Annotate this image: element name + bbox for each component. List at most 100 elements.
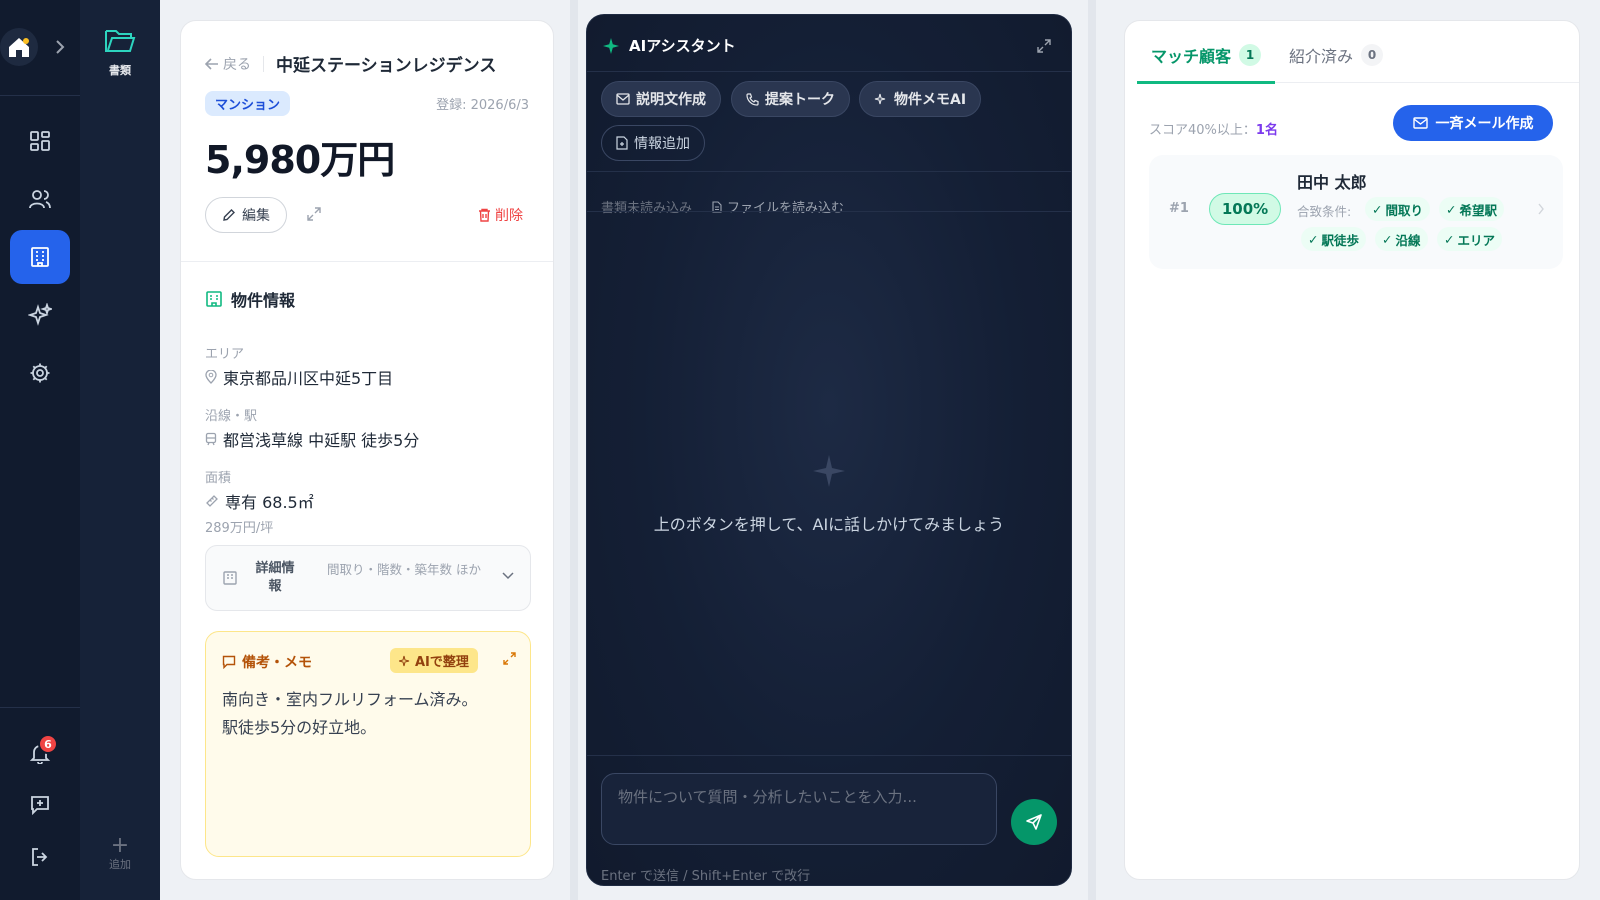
check-icon: ✓ xyxy=(1446,201,1457,217)
ai-title: AIアシスタント xyxy=(629,37,736,55)
nav-customers[interactable] xyxy=(10,172,70,226)
area-label: エリア xyxy=(205,347,245,362)
document-row: 書類未読み込み ファイルを読み込む xyxy=(601,197,844,216)
home-button[interactable] xyxy=(0,28,38,66)
condition-tag: ✓ 駅徒歩 xyxy=(1301,227,1366,251)
section-title-text: 物件情報 xyxy=(231,291,296,310)
main-nav: 6 xyxy=(0,0,80,900)
tab-introduced[interactable]: 紹介済み 0 xyxy=(1289,43,1384,67)
memo-body[interactable]: 南向き・室内フルリフォーム済み。 駅徒歩5分の好立地。 xyxy=(222,686,522,742)
condition-tag: ✓ 沿線 xyxy=(1375,227,1428,251)
chevron-down-icon xyxy=(502,572,514,580)
sparkle-icon xyxy=(399,655,410,666)
memo-line: 駅徒歩5分の好立地。 xyxy=(222,718,377,737)
score-summary: スコア40%以上：1名 xyxy=(1149,119,1278,138)
check-icon: ✓ xyxy=(1308,231,1319,247)
input-hint: Enter で送信 / Shift+Enter で改行 xyxy=(601,869,811,884)
delete-label: 削除 xyxy=(495,208,523,224)
building-icon xyxy=(206,291,222,307)
nav-logout[interactable] xyxy=(10,830,70,884)
sub-nav: 書類 + 追加 xyxy=(80,0,160,900)
divider xyxy=(181,261,553,262)
unit-price: 289万円/坪 xyxy=(205,521,274,536)
property-title: 中延ステーションレジデンス xyxy=(276,56,497,76)
sparkle-icon xyxy=(28,303,52,326)
nav-settings[interactable] xyxy=(10,346,70,400)
expand-sidebar-icon[interactable] xyxy=(53,38,67,56)
load-file-label: ファイルを読み込む xyxy=(727,201,845,216)
match-card: マッチ顧客 1 紹介済み 0 スコア40%以上：1名 一斉メール作成 #1 10… xyxy=(1124,20,1580,880)
condition-label: 合致条件: xyxy=(1297,204,1352,219)
nav-feedback[interactable] xyxy=(10,778,70,832)
score-value: 1名 xyxy=(1255,123,1278,138)
memo-line: 南向き・室内フルリフォーム済み。 xyxy=(222,690,478,709)
chip-label: 情報追加 xyxy=(634,136,690,152)
nav-ai[interactable] xyxy=(10,288,70,342)
ai-organize-button[interactable]: AIで整理 xyxy=(390,648,478,673)
mail-icon xyxy=(616,93,630,105)
delete-button[interactable]: 削除 xyxy=(478,205,523,225)
check-icon: ✓ xyxy=(1444,231,1455,247)
message-plus-icon xyxy=(31,796,49,816)
divider xyxy=(587,211,1071,212)
home-icon xyxy=(9,38,29,57)
details-accordion[interactable]: 詳細情報 間取り・階数・築年数 ほか xyxy=(205,545,531,611)
chip-add-info[interactable]: 情報追加 xyxy=(601,125,705,161)
divider xyxy=(587,71,1071,72)
condition-tag: ✓ 間取り xyxy=(1365,197,1430,221)
expand-icon[interactable] xyxy=(1037,39,1051,53)
edit-button[interactable]: 編集 xyxy=(205,197,287,233)
chat-input[interactable]: 物件について質問・分析したいことを入力... xyxy=(601,773,997,845)
file-plus-icon xyxy=(616,136,628,150)
line-value-text: 都営浅草線 中延駅 徒歩5分 xyxy=(223,431,420,450)
folder-open-icon xyxy=(105,30,136,52)
chip-description[interactable]: 説明文作成 xyxy=(601,81,721,117)
nav-properties[interactable] xyxy=(10,230,70,284)
registered-date: 登録: 2026/6/3 xyxy=(436,98,529,113)
chip-proposal-talk[interactable]: 提案トーク xyxy=(731,81,850,117)
load-file-button[interactable]: ファイルを読み込む xyxy=(712,197,844,216)
add-button[interactable]: + 追加 xyxy=(80,835,160,872)
divider xyxy=(587,755,1071,756)
size-label: 面積 xyxy=(205,471,232,486)
send-icon xyxy=(1026,814,1042,830)
bulk-mail-label: 一斉メール作成 xyxy=(1435,116,1534,132)
sparkle-icon xyxy=(813,455,845,487)
chevron-right-icon xyxy=(1538,203,1544,215)
train-icon xyxy=(205,432,217,446)
property-card: 戻る 中延ステーションレジデンス マンション 登録: 2026/6/3 5,98… xyxy=(180,20,554,880)
bulk-mail-button[interactable]: 一斉メール作成 xyxy=(1393,105,1553,141)
gutter xyxy=(570,0,578,900)
ruler-icon xyxy=(206,495,218,507)
condition-tag: ✓ 希望駅 xyxy=(1439,197,1504,221)
details-label: 詳細情報 xyxy=(255,561,295,594)
chip-memo-ai[interactable]: 物件メモAI xyxy=(859,81,982,117)
property-header: 戻る 中延ステーションレジデンス xyxy=(205,51,496,76)
expand-icon[interactable] xyxy=(307,207,321,221)
documents-folder[interactable]: 書類 xyxy=(80,26,160,78)
send-button[interactable] xyxy=(1011,799,1057,845)
condition-tag-text: 間取り xyxy=(1385,202,1423,218)
property-price: 5,980万円 xyxy=(205,138,395,182)
condition-tag-text: 沿線 xyxy=(1395,232,1421,248)
notification-badge: 6 xyxy=(38,734,58,754)
tab-count: 1 xyxy=(1239,44,1262,66)
doc-status: 書類未読み込み xyxy=(601,201,693,216)
check-icon: ✓ xyxy=(1372,201,1383,217)
building-icon xyxy=(223,571,237,585)
expand-icon[interactable] xyxy=(503,652,516,665)
tab-matched-customers[interactable]: マッチ顧客 1 xyxy=(1151,43,1262,67)
add-label: 追加 xyxy=(109,858,131,871)
chip-label: 物件メモAI xyxy=(894,92,967,108)
ai-organize-label: AIで整理 xyxy=(415,655,469,670)
chip-label: 説明文作成 xyxy=(636,92,706,108)
empty-message: 上のボタンを押して、AIに話しかけてみましょう xyxy=(653,515,1005,534)
back-link[interactable]: 戻る xyxy=(205,54,251,74)
details-sub: 間取り・階数・築年数 ほか xyxy=(327,562,481,577)
divider xyxy=(587,171,1071,172)
customer-row[interactable]: #1 100% 田中 太郎 合致条件: ✓ 間取り ✓ 希望駅 ✓ 駅徒歩 ✓ 沿線 ✓… xyxy=(1149,155,1563,269)
mail-icon xyxy=(1412,117,1428,129)
nav-dashboard[interactable] xyxy=(10,114,70,168)
active-tab-indicator xyxy=(1137,81,1275,84)
nav-notifications[interactable] xyxy=(10,726,70,780)
